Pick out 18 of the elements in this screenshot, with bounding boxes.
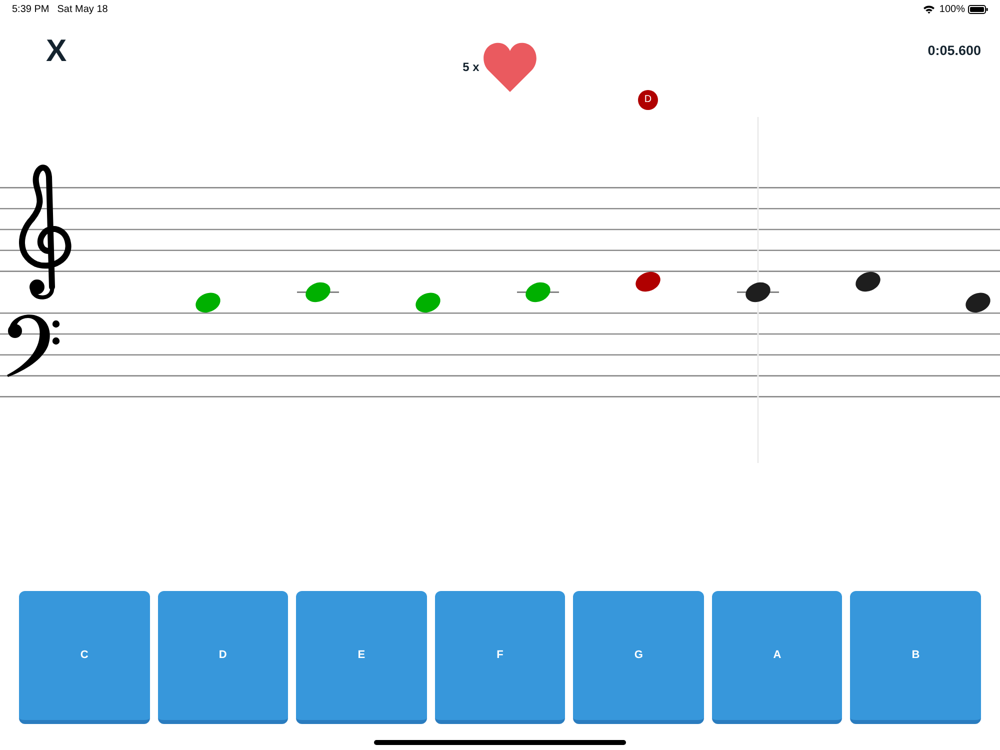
note-name-badge: D — [638, 90, 658, 110]
close-button[interactable]: X — [46, 35, 67, 67]
bass-clef-icon — [6, 312, 62, 378]
battery-percent: 100% — [939, 2, 965, 16]
note-answer-button[interactable]: A — [712, 591, 842, 724]
note-answer-button[interactable]: G — [573, 591, 704, 724]
lives-count: 5 x — [462, 59, 480, 76]
heart-icon — [483, 42, 538, 92]
note-answer-button[interactable]: B — [850, 591, 982, 724]
note-answer-button[interactable]: F — [434, 591, 566, 724]
status-date: Sat May 18 — [57, 2, 108, 16]
status-time: 5:39 PM — [12, 2, 50, 16]
battery-icon — [968, 4, 988, 14]
wifi-icon — [923, 4, 936, 14]
note-answer-button[interactable]: E — [296, 591, 427, 724]
timer: 0:05.600 — [928, 42, 981, 60]
note-answer-button[interactable]: D — [158, 591, 288, 724]
note-answer-button[interactable]: C — [19, 591, 150, 724]
